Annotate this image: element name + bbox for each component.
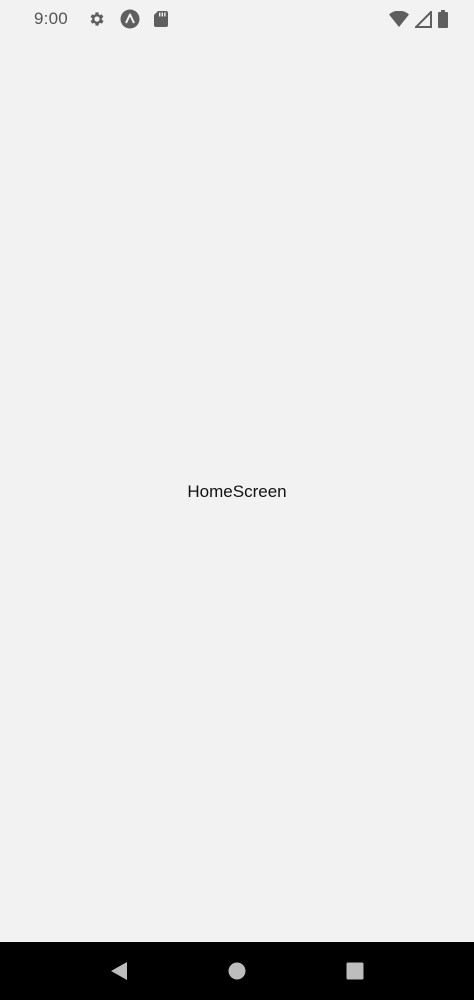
cell-signal-icon — [415, 10, 432, 28]
settings-icon — [88, 10, 106, 28]
phone-screen: 9:00 HomeScreen — [0, 0, 474, 1000]
recents-button[interactable] — [331, 947, 379, 995]
battery-icon — [438, 10, 448, 28]
recents-square-icon — [346, 962, 364, 980]
status-bar-left: 9:00 — [34, 9, 168, 29]
back-triangle-icon — [110, 961, 128, 981]
home-circle-icon — [228, 962, 246, 980]
app-notification-icon — [120, 9, 140, 29]
wifi-icon — [389, 11, 409, 27]
back-button[interactable] — [95, 947, 143, 995]
sd-card-icon — [153, 11, 168, 27]
status-bar-right — [389, 10, 448, 28]
navigation-bar — [0, 942, 474, 1000]
home-button[interactable] — [213, 947, 261, 995]
home-screen-title: HomeScreen — [187, 482, 287, 501]
status-bar: 9:00 — [0, 0, 474, 38]
main-content: HomeScreen — [0, 38, 474, 942]
status-time: 9:00 — [34, 9, 68, 28]
